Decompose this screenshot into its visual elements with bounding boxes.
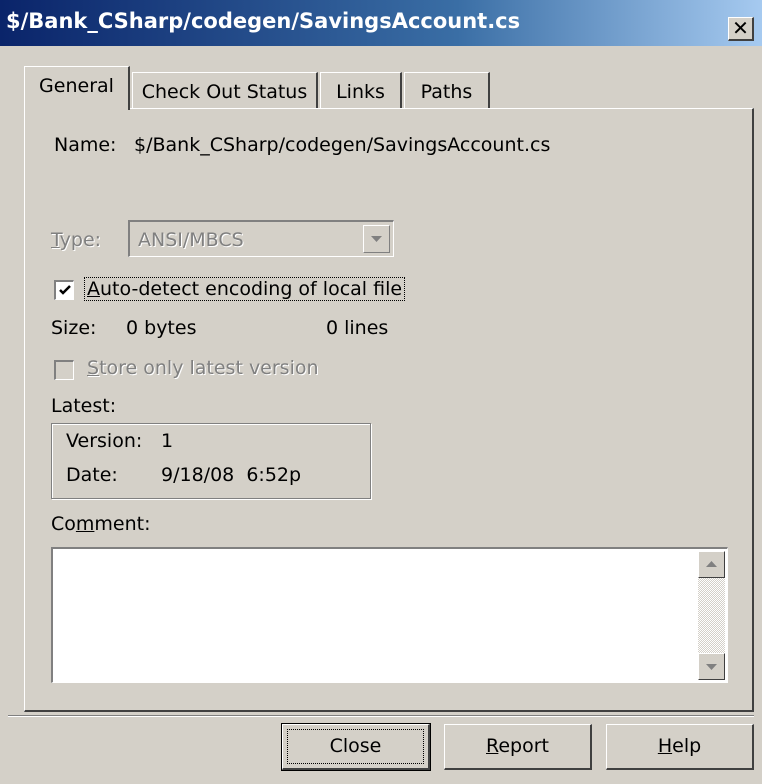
close-icon: ✕ — [732, 16, 749, 40]
scroll-up-arrow-icon[interactable] — [698, 551, 725, 578]
help-button-label: Help — [657, 735, 702, 757]
tab-general[interactable]: General — [24, 66, 130, 110]
name-label: Name: — [54, 134, 117, 156]
close-window-button[interactable]: ✕ — [728, 17, 754, 41]
tab-general-label: General — [39, 75, 114, 97]
auto-detect-label[interactable]: Auto-detect encoding of local file — [84, 277, 406, 301]
help-button[interactable]: Help — [606, 724, 754, 770]
title-bar[interactable]: $/Bank_CSharp/codegen/SavingsAccount.cs … — [0, 0, 762, 46]
auto-detect-checkbox[interactable] — [54, 280, 74, 300]
date-value: 9/18/08 6:52p — [161, 464, 302, 486]
comment-textarea[interactable] — [51, 547, 728, 683]
chevron-down-icon[interactable] — [363, 225, 390, 253]
comment-label: Comment: — [51, 513, 151, 535]
store-latest-label: Store only latest version — [87, 357, 319, 379]
scroll-down-arrow-icon[interactable] — [698, 653, 725, 680]
tab-paths[interactable]: Paths — [404, 72, 490, 108]
window-title: $/Bank_CSharp/codegen/SavingsAccount.cs — [6, 9, 521, 33]
store-latest-checkbox[interactable] — [54, 360, 74, 380]
tab-check-out-status[interactable]: Check Out Status — [132, 72, 318, 108]
checkmark-icon — [58, 285, 71, 295]
size-lines-value: 0 lines — [326, 317, 389, 339]
type-select-value: ANSI/MBCS — [138, 229, 244, 251]
type-select[interactable]: ANSI/MBCS — [128, 220, 394, 257]
tab-links[interactable]: Links — [320, 72, 402, 108]
size-label: Size: — [51, 317, 97, 339]
comment-scrollbar[interactable] — [698, 551, 725, 680]
latest-label: Latest: — [51, 395, 117, 417]
close-button-label: Close — [329, 735, 382, 757]
date-label: Date: — [66, 464, 118, 486]
version-label: Version: — [66, 430, 143, 452]
tab-links-label: Links — [336, 81, 385, 103]
report-button-label: Report — [486, 735, 549, 757]
tab-check-out-status-label: Check Out Status — [141, 81, 308, 103]
size-bytes-value: 0 bytes — [126, 317, 197, 339]
name-value: $/Bank_CSharp/codegen/SavingsAccount.cs — [134, 134, 551, 156]
tab-paths-label: Paths — [420, 81, 473, 103]
button-separator — [8, 715, 754, 717]
report-button[interactable]: Report — [444, 724, 592, 770]
type-label: Type: — [51, 229, 102, 251]
version-value: 1 — [161, 430, 174, 452]
close-button[interactable]: Close — [281, 723, 431, 771]
